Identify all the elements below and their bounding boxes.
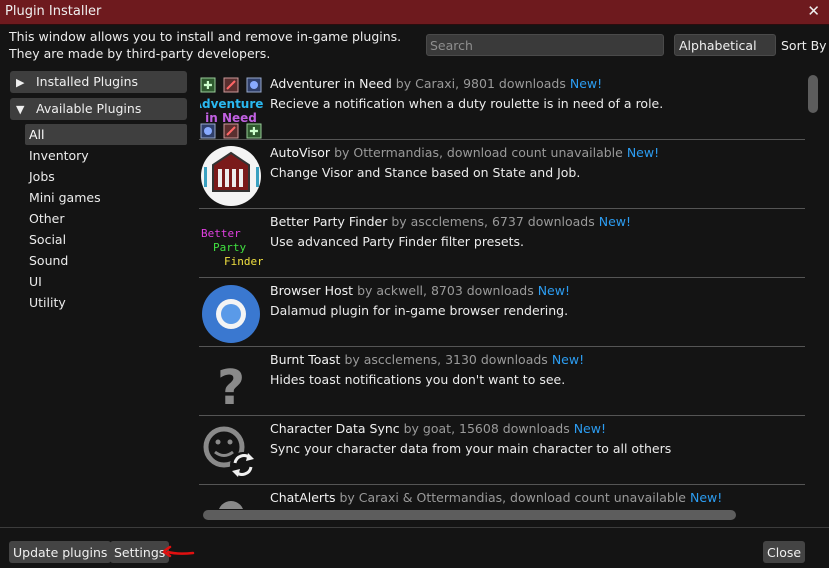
plugin-name: Adventurer in Need (270, 76, 392, 91)
footer-divider (0, 527, 829, 528)
new-badge: New! (689, 490, 723, 505)
plugin-list[interactable]: ✚ Adventurer in Need ✚ Adventurer in Nee… (196, 72, 821, 509)
row-divider (199, 208, 805, 209)
plugin-name: Character Data Sync (270, 421, 400, 436)
new-badge: New! (573, 421, 606, 436)
plugin-row-browser-host[interactable]: Browser Host by ackwell, 8703 downloads … (196, 279, 805, 348)
subcategory-other[interactable]: Other (25, 208, 187, 229)
subcategory-sound[interactable]: Sound (25, 250, 187, 271)
subcategory-list: All Inventory Jobs Mini games Other Soci… (25, 124, 187, 313)
plugin-row-adventurer-in-need[interactable]: ✚ Adventurer in Need ✚ Adventurer in Nee… (196, 72, 805, 141)
row-divider (199, 139, 805, 140)
plugin-row-better-party-finder[interactable]: Better Party Finder Better Party Finder … (196, 210, 805, 279)
plugin-row-chatalerts[interactable]: ChatAlerts by Caraxi & Ottermandias, dow… (196, 486, 805, 509)
intro-text: This window allows you to install and re… (9, 28, 401, 62)
better-party-finder-icon: Better Party Finder (200, 214, 263, 277)
question-mark-icon: ? (200, 352, 263, 415)
caret-right-icon: ▶ (16, 76, 25, 89)
window-titlebar: Plugin Installer ✕ (0, 0, 829, 25)
sort-dropdown[interactable]: Alphabetical (674, 34, 776, 56)
plugin-name: Better Party Finder (270, 214, 388, 229)
svg-text:?: ? (217, 360, 245, 415)
sort-by-label: Sort By (781, 38, 827, 53)
helmet-visor-icon (200, 145, 263, 208)
plugin-description: Sync your character data from your main … (270, 441, 672, 456)
plugin-row-autovisor[interactable]: AutoVisor by Ottermandias, download coun… (196, 141, 805, 210)
plugin-name: ChatAlerts (270, 490, 336, 505)
icon-text-party: Party (213, 241, 246, 254)
plugin-description: Dalamud plugin for in-game browser rende… (270, 303, 569, 318)
subcategory-utility[interactable]: Utility (25, 292, 187, 313)
intro-line-2: They are made by third-party developers. (9, 46, 271, 61)
plugin-description: Recieve a notification when a duty roule… (270, 96, 664, 111)
adventurer-in-need-icon: ✚ Adventurer in Need ✚ (200, 76, 263, 139)
subcategory-inventory[interactable]: Inventory (25, 145, 187, 166)
new-badge: New! (551, 352, 585, 367)
icon-text-finder: Finder (224, 255, 263, 268)
browser-icon (200, 283, 263, 346)
new-badge: New! (598, 214, 631, 229)
search-input[interactable] (426, 34, 664, 56)
subcategory-social[interactable]: Social (25, 229, 187, 250)
row-divider (199, 484, 805, 485)
category-installed-label: Installed Plugins (36, 74, 139, 89)
new-badge: New! (569, 76, 603, 91)
icon-text-adventurer: Adventurer (200, 97, 263, 111)
icon-text-better: Better (201, 227, 241, 240)
window-close-icon[interactable]: ✕ (807, 2, 820, 20)
row-divider (199, 415, 805, 416)
plugin-description: Change Visor and Stance based on State a… (270, 165, 581, 180)
category-available-plugins[interactable]: ▼ Available Plugins (10, 98, 187, 120)
plugin-row-burnt-toast[interactable]: ? Burnt Toast by ascclemens, 3130 downlo… (196, 348, 805, 417)
plugin-author: by Ottermandias, download count unavaila… (334, 145, 623, 160)
subcategory-mini-games[interactable]: Mini games (25, 187, 187, 208)
plugin-author: by ascclemens, 6737 downloads (391, 214, 595, 229)
plugin-author: by goat, 15608 downloads (403, 421, 570, 436)
plugin-description: Hides toast notifications you don't want… (270, 372, 566, 387)
category-available-label: Available Plugins (36, 101, 142, 116)
caret-down-icon: ▼ (16, 103, 25, 116)
question-mark-icon (200, 490, 263, 509)
plugin-row-character-data-sync[interactable]: Character Data Sync by goat, 15608 downl… (196, 417, 805, 486)
new-badge: New! (537, 283, 570, 298)
plugin-name: Browser Host (270, 283, 354, 298)
plugin-name: Burnt Toast (270, 352, 341, 367)
row-divider (199, 346, 805, 347)
subcategory-jobs[interactable]: Jobs (25, 166, 187, 187)
subcategory-all[interactable]: All (25, 124, 187, 145)
plugin-description: Use advanced Party Finder filter presets… (270, 234, 524, 249)
vertical-scrollbar-thumb[interactable] (808, 75, 818, 113)
category-installed-plugins[interactable]: ▶ Installed Plugins (10, 71, 187, 93)
svg-text:✚: ✚ (249, 125, 258, 138)
smiley-sync-icon (200, 421, 263, 484)
plugin-author: by Caraxi, 9801 downloads (395, 76, 566, 91)
plugin-author: by ascclemens, 3130 downloads (344, 352, 548, 367)
red-arrow-annotation (162, 545, 195, 558)
plugin-list-vertical-scrollbar[interactable] (805, 72, 819, 509)
close-button[interactable]: Close (763, 541, 806, 563)
row-divider (199, 277, 805, 278)
icon-text-in-need: in Need (205, 111, 257, 125)
svg-text:✚: ✚ (203, 79, 212, 92)
plugin-author: by Caraxi & Ottermandias, download count… (339, 490, 686, 505)
update-plugins-button[interactable]: Update plugins (9, 541, 112, 563)
window-title: Plugin Installer (5, 4, 102, 19)
new-badge: New! (626, 145, 660, 160)
subcategory-ui[interactable]: UI (25, 271, 187, 292)
horizontal-scrollbar-thumb[interactable] (203, 510, 736, 520)
plugin-name: AutoVisor (270, 145, 331, 160)
intro-line-1: This window allows you to install and re… (9, 29, 402, 44)
plugin-author: by ackwell, 8703 downloads (357, 283, 534, 298)
